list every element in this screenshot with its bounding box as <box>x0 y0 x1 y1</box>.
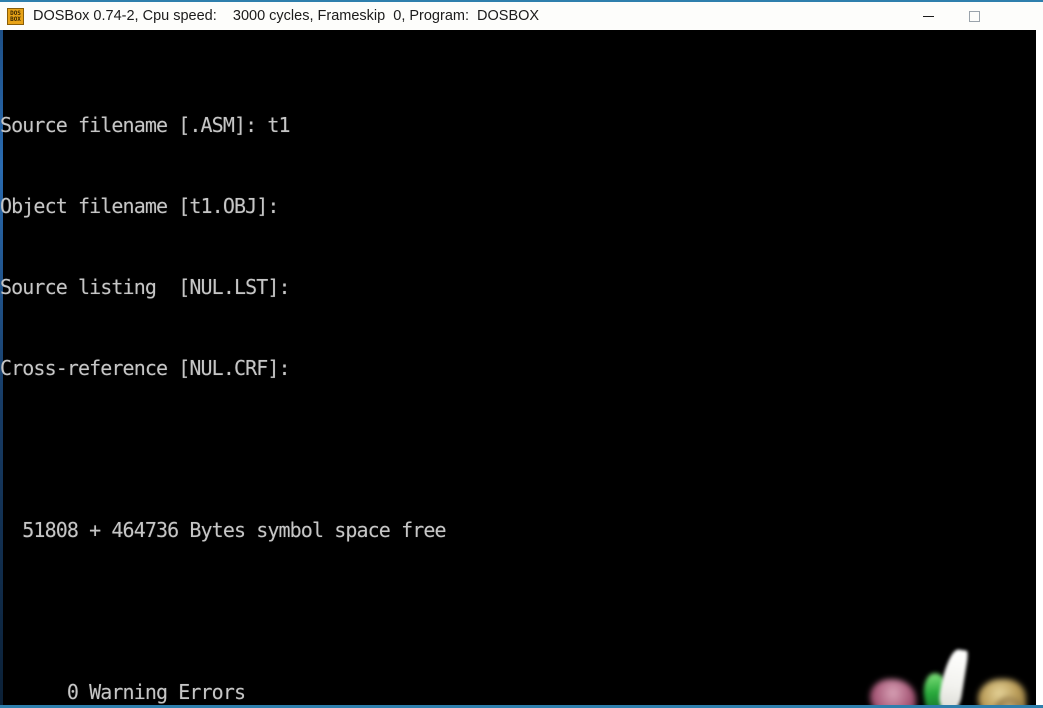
dos-console-screen[interactable]: Source filename [.ASM]: t1 Object filena… <box>0 30 1043 708</box>
app-icon-line-2: BOX <box>10 15 21 23</box>
console-line: Source listing [NUL.LST]: <box>0 275 291 299</box>
window-title: DOSBox 0.74-2, Cpu speed: 3000 cycles, F… <box>33 8 540 24</box>
dosbox-app-icon: DOS BOX <box>7 7 24 25</box>
app-icon-line-1: DOS <box>10 9 21 17</box>
title-bar[interactable]: DOS BOX DOSBox 0.74-2, Cpu speed: 3000 c… <box>0 2 1043 30</box>
minimize-button[interactable] <box>905 2 951 30</box>
console-line: 51808 + 464736 Bytes symbol space free <box>0 518 446 542</box>
screen-right-margin <box>1036 30 1043 708</box>
maximize-icon <box>968 10 980 22</box>
maximize-button[interactable] <box>951 2 997 30</box>
console-line: Object filename [t1.OBJ]: <box>0 194 279 218</box>
title-bar-left-group: DOS BOX DOSBox 0.74-2, Cpu speed: 3000 c… <box>0 2 905 30</box>
console-line: Cross-reference [NUL.CRF]: <box>0 356 291 380</box>
minimize-icon <box>922 15 934 17</box>
close-button[interactable] <box>997 2 1043 30</box>
console-output: Source filename [.ASM]: t1 Object filena… <box>0 58 1036 708</box>
window-controls <box>905 2 1043 30</box>
console-line: Source filename [.ASM]: t1 <box>0 113 291 137</box>
console-line: 0 Warning Errors <box>0 680 246 704</box>
dosbox-window: DOS BOX DOSBox 0.74-2, Cpu speed: 3000 c… <box>0 0 1043 708</box>
